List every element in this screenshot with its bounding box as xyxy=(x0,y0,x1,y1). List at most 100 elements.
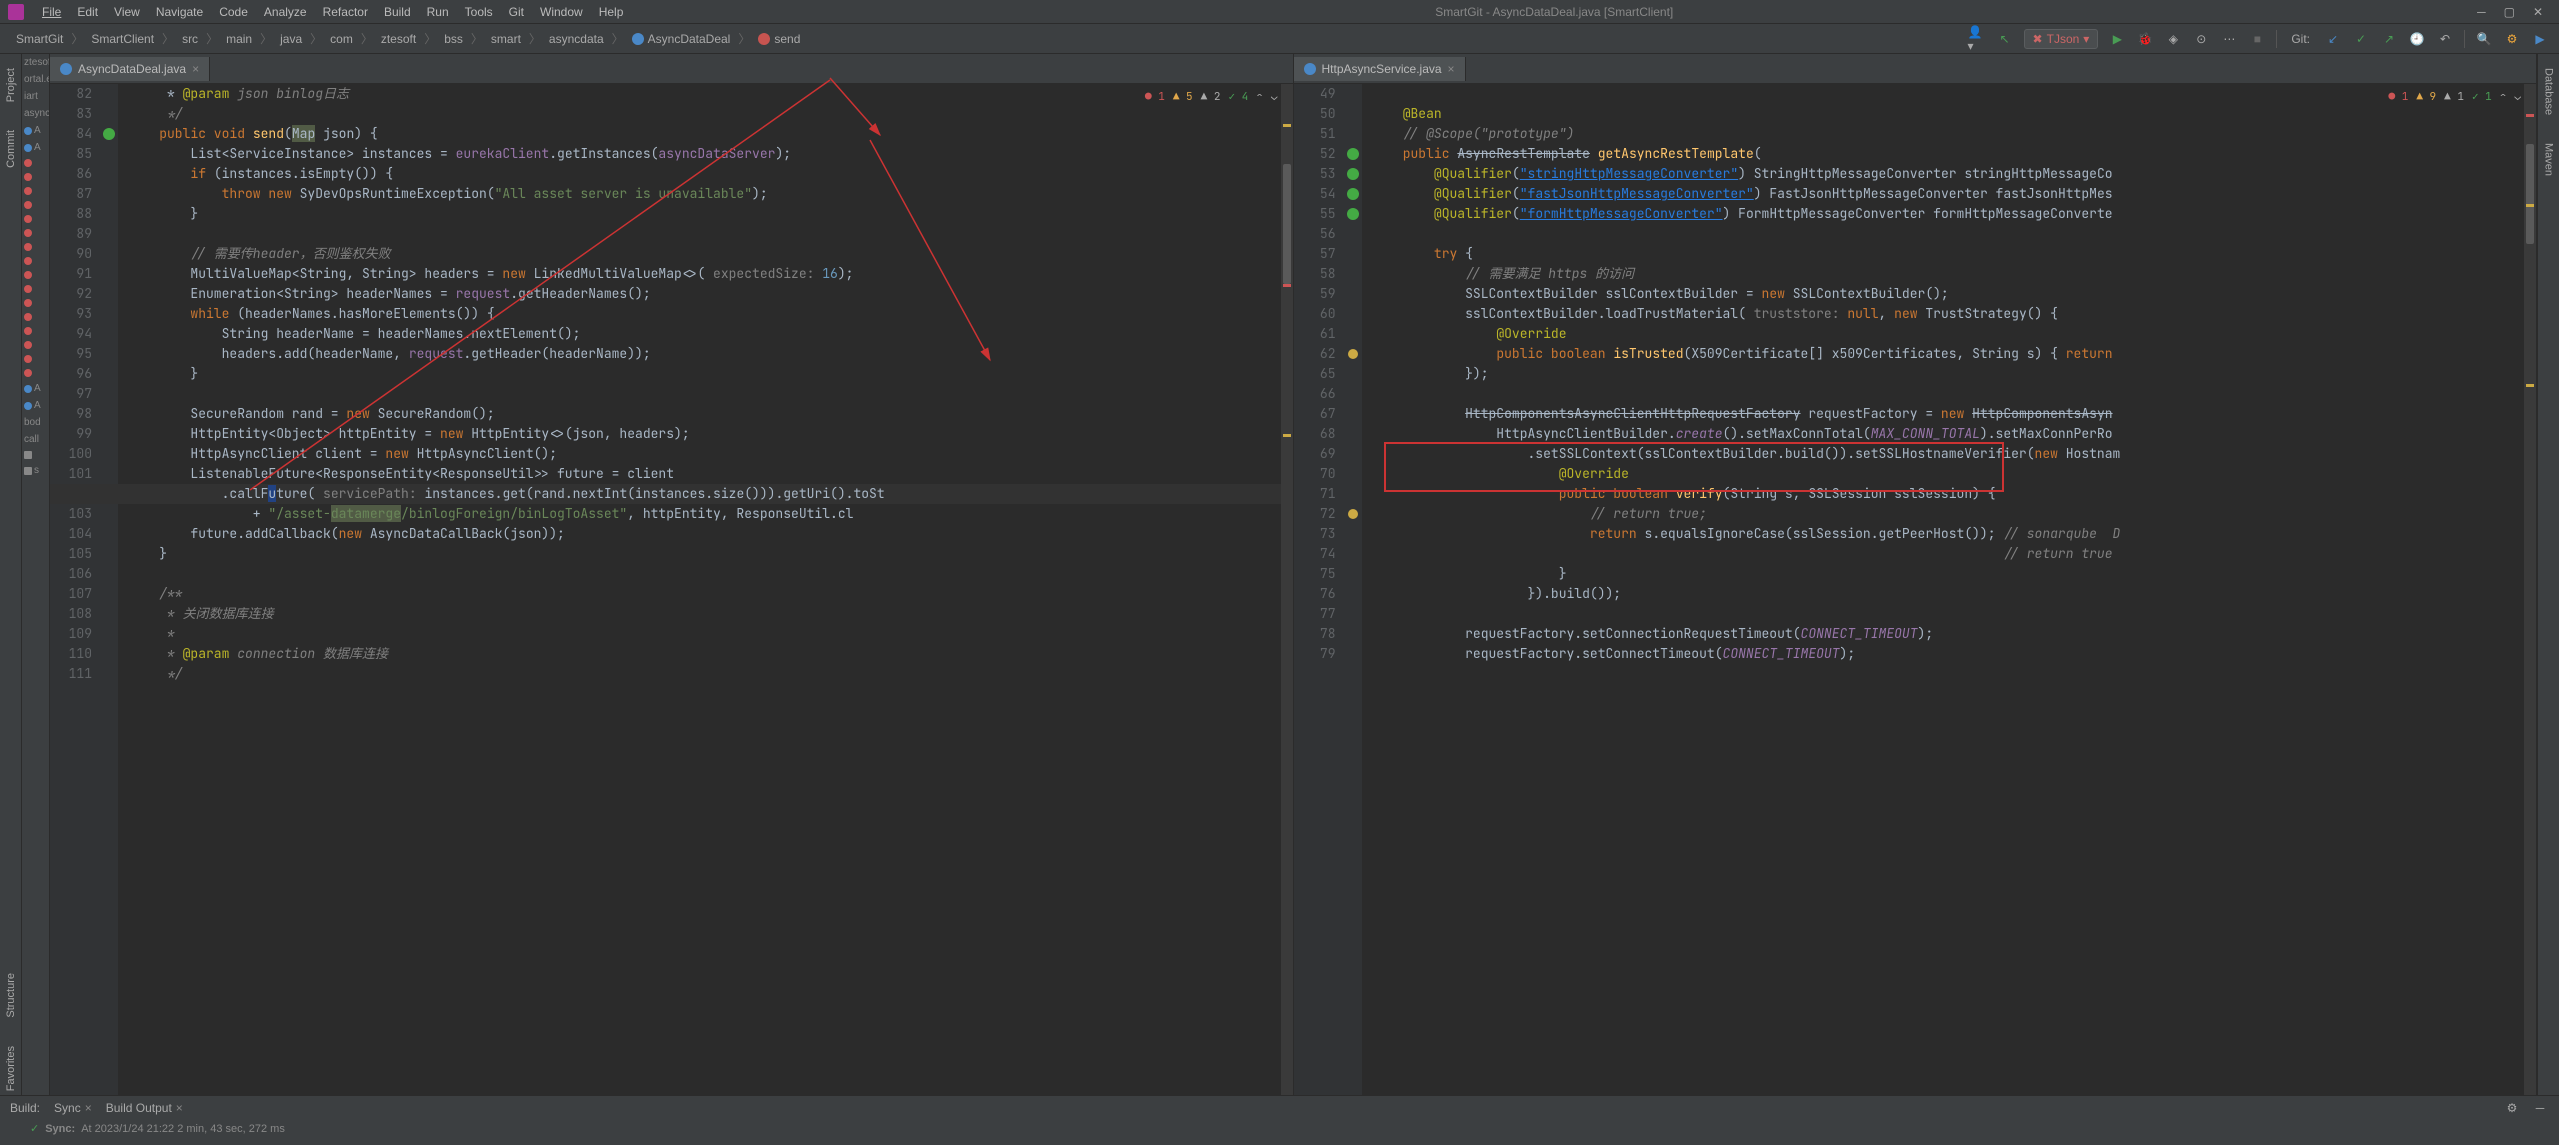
project-item[interactable] xyxy=(22,240,49,254)
breadcrumb-item[interactable]: bss xyxy=(438,30,469,48)
build-tab-sync[interactable]: Sync × xyxy=(54,1101,92,1115)
menu-tools[interactable]: Tools xyxy=(457,5,501,19)
right-tool-sidebar: Database Maven xyxy=(2537,54,2559,1095)
project-item[interactable]: A xyxy=(22,380,49,397)
project-item[interactable] xyxy=(22,282,49,296)
menu-file[interactable]: File xyxy=(34,5,69,19)
code-content[interactable]: @Bean // @Scope("prototype") public Asyn… xyxy=(1362,84,2525,1095)
close-icon[interactable]: ✕ xyxy=(2533,5,2543,19)
menu-analyze[interactable]: Analyze xyxy=(256,5,315,19)
toolbar: SmartGit〉 SmartClient〉 src〉 main〉 java〉 … xyxy=(0,24,2559,54)
breadcrumb-item[interactable]: src xyxy=(176,30,204,48)
menu-git[interactable]: Git xyxy=(501,5,532,19)
menu-view[interactable]: View xyxy=(106,5,148,19)
editor-tab[interactable]: AsyncDataDeal.java × xyxy=(50,57,210,81)
hammer-icon[interactable]: ↖ xyxy=(1996,30,2014,48)
project-item[interactable]: A xyxy=(22,139,49,156)
hide-icon[interactable]: ─ xyxy=(2531,1099,2549,1117)
project-item[interactable] xyxy=(22,212,49,226)
more-icon[interactable]: ⋯ xyxy=(2220,30,2238,48)
breadcrumb-item[interactable]: SmartGit xyxy=(10,30,69,48)
menu-refactor[interactable]: Refactor xyxy=(315,5,376,19)
project-item[interactable]: call xyxy=(22,431,49,448)
debug-icon[interactable]: 🐞 xyxy=(2136,30,2154,48)
project-item[interactable]: ztesof xyxy=(22,54,49,71)
tab-close-icon[interactable]: × xyxy=(85,1101,92,1115)
breadcrumb-item[interactable]: main xyxy=(220,30,258,48)
tab-label: HttpAsyncService.java xyxy=(1322,62,1442,76)
project-item[interactable] xyxy=(22,296,49,310)
breadcrumb-item[interactable]: send xyxy=(752,30,806,48)
coverage-icon[interactable]: ◈ xyxy=(2164,30,2182,48)
minimize-icon[interactable]: ─ xyxy=(2477,5,2486,19)
project-item[interactable] xyxy=(22,184,49,198)
run-config-dropdown[interactable]: ✖ TJson ▾ xyxy=(2024,29,2099,49)
build-tab-output[interactable]: Build Output × xyxy=(106,1101,183,1115)
breadcrumb-item[interactable]: asyncdata xyxy=(543,30,610,48)
git-push-icon[interactable]: ↗ xyxy=(2380,30,2398,48)
project-panel[interactable]: ztesofortal.eiartasyncAAAAbodcalls xyxy=(22,54,50,1095)
menu-edit[interactable]: Edit xyxy=(69,5,106,19)
project-item[interactable]: A xyxy=(22,397,49,414)
breadcrumb-item[interactable]: AsyncDataDeal xyxy=(626,30,737,48)
menu-help[interactable]: Help xyxy=(591,5,632,19)
breadcrumb-item[interactable]: SmartClient xyxy=(85,30,160,48)
project-item[interactable]: s xyxy=(22,462,49,479)
project-item[interactable] xyxy=(22,268,49,282)
project-item[interactable] xyxy=(22,352,49,366)
project-tab[interactable]: Project xyxy=(5,64,17,106)
breadcrumb-item[interactable]: java xyxy=(274,30,308,48)
scrollbar[interactable] xyxy=(2524,84,2536,1095)
search-icon[interactable]: 🔍 xyxy=(2475,30,2493,48)
user-icon[interactable]: 👤▾ xyxy=(1968,30,1986,48)
build-label: Build: xyxy=(10,1101,40,1115)
git-commit-icon[interactable]: ✓ xyxy=(2352,30,2370,48)
code-content[interactable]: * @param json binlog日志 */ public void se… xyxy=(118,84,1281,1095)
project-item[interactable]: bod xyxy=(22,414,49,431)
run-icon[interactable]: ▶ xyxy=(2108,30,2126,48)
menu-run[interactable]: Run xyxy=(419,5,457,19)
menu-code[interactable]: Code xyxy=(211,5,256,19)
project-item[interactable] xyxy=(22,310,49,324)
structure-tab[interactable]: Structure xyxy=(5,969,17,1022)
code-area-right[interactable]: ● 1 ▲ 9 ▲ 1 ✓ 1 ⌃ ⌄ 49505152535455565758… xyxy=(1294,84,2537,1095)
git-history-icon[interactable]: 🕘 xyxy=(2408,30,2426,48)
maven-tab[interactable]: Maven xyxy=(2543,139,2555,180)
favorites-tab[interactable]: Favorites xyxy=(5,1042,17,1095)
project-item[interactable]: A xyxy=(22,122,49,139)
project-item[interactable] xyxy=(22,156,49,170)
breadcrumb-item[interactable]: ztesoft xyxy=(375,30,422,48)
scrollbar[interactable] xyxy=(1281,84,1293,1095)
tab-close-icon[interactable]: × xyxy=(176,1101,183,1115)
commit-tab[interactable]: Commit xyxy=(5,126,17,172)
project-item[interactable] xyxy=(22,338,49,352)
breadcrumb-item[interactable]: smart xyxy=(485,30,527,48)
menu-navigate[interactable]: Navigate xyxy=(148,5,211,19)
stop-icon[interactable]: ■ xyxy=(2248,30,2266,48)
project-item[interactable]: async xyxy=(22,105,49,122)
editor-tab[interactable]: HttpAsyncService.java × xyxy=(1294,57,1466,81)
project-item[interactable] xyxy=(22,324,49,338)
maximize-icon[interactable]: ▢ xyxy=(2504,5,2515,19)
menu-build[interactable]: Build xyxy=(376,5,419,19)
project-item[interactable] xyxy=(22,226,49,240)
project-item[interactable] xyxy=(22,448,49,462)
settings-icon[interactable]: ⚙ xyxy=(2503,1099,2521,1117)
code-area-left[interactable]: ● 1 ▲ 5 ▲ 2 ✓ 4 ⌃ ⌄ 82838485868788899091… xyxy=(50,84,1293,1095)
tab-close-icon[interactable]: × xyxy=(1448,62,1455,76)
project-item[interactable]: ortal.e xyxy=(22,71,49,88)
run-anything-icon[interactable]: ▶ xyxy=(2531,30,2549,48)
menu-window[interactable]: Window xyxy=(532,5,591,19)
git-rollback-icon[interactable]: ↶ xyxy=(2436,30,2454,48)
project-item[interactable] xyxy=(22,170,49,184)
breadcrumb-item[interactable]: com xyxy=(324,30,359,48)
ide-settings-icon[interactable]: ⚙ xyxy=(2503,30,2521,48)
project-item[interactable]: iart xyxy=(22,88,49,105)
project-item[interactable] xyxy=(22,198,49,212)
profile-icon[interactable]: ⊙ xyxy=(2192,30,2210,48)
tab-close-icon[interactable]: × xyxy=(192,62,199,76)
git-update-icon[interactable]: ↙ xyxy=(2324,30,2342,48)
project-item[interactable] xyxy=(22,366,49,380)
database-tab[interactable]: Database xyxy=(2543,64,2555,119)
project-item[interactable] xyxy=(22,254,49,268)
